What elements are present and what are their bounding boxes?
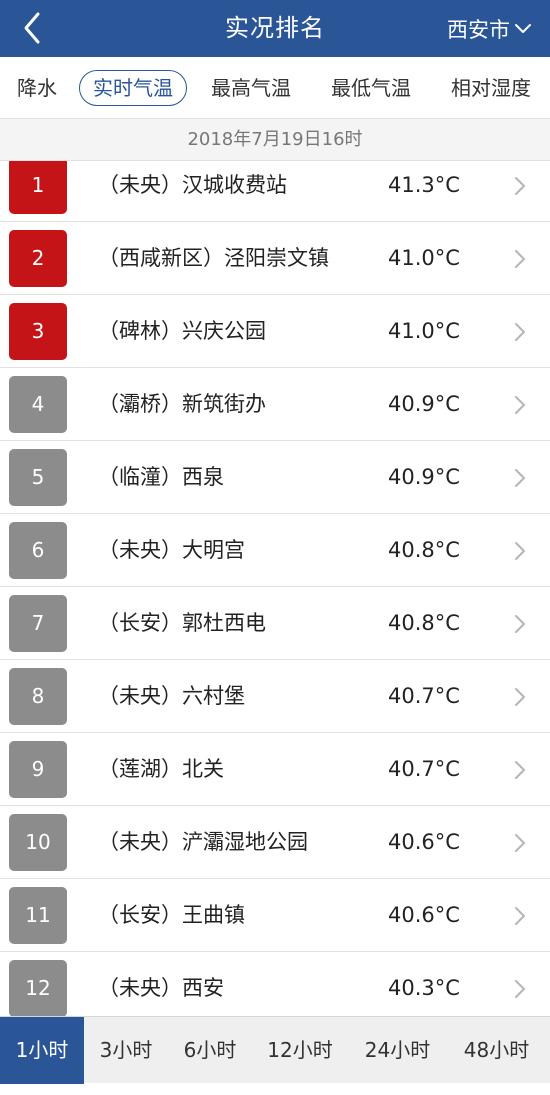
list-item[interactable]: 10 （未央）浐灞湿地公园 40.6°C xyxy=(0,806,550,879)
tab-6-hours[interactable]: 6小时 xyxy=(168,1017,252,1084)
chevron-right-icon xyxy=(515,177,525,195)
rank-badge: 5 xyxy=(9,449,67,506)
tab-precipitation[interactable]: 降水 xyxy=(17,57,57,119)
rank-badge: 10 xyxy=(9,814,67,871)
temperature-value: 40.7°C xyxy=(388,684,460,708)
list-item[interactable]: 8 （未央）六村堡 40.7°C xyxy=(0,660,550,733)
chevron-right-icon xyxy=(515,615,525,633)
station-name: （未央）汉城收费站 xyxy=(98,173,287,197)
tab-realtime-temperature[interactable]: 实时气温 xyxy=(79,70,187,106)
rank-badge: 6 xyxy=(9,522,67,579)
temperature-value: 40.8°C xyxy=(388,538,460,562)
chevron-down-icon xyxy=(515,23,531,33)
station-name: （长安）郭杜西电 xyxy=(98,611,266,635)
tab-relative-humidity[interactable]: 相对湿度 xyxy=(451,57,531,119)
tab-1-hour[interactable]: 1小时 xyxy=(0,1017,84,1084)
chevron-right-icon xyxy=(515,980,525,998)
chevron-right-icon xyxy=(515,396,525,414)
list-item[interactable]: 5 （临潼）西泉 40.9°C xyxy=(0,441,550,514)
station-name: （长安）王曲镇 xyxy=(98,903,245,927)
list-item[interactable]: 3 （碑林）兴庆公园 41.0°C xyxy=(0,295,550,368)
temperature-value: 41.3°C xyxy=(388,173,460,197)
list-item[interactable]: 1 （未央）汉城收费站 41.3°C xyxy=(0,161,550,222)
chevron-right-icon xyxy=(515,542,525,560)
station-name: （莲湖）北关 xyxy=(98,757,224,781)
date-label: 2018年7月19日16时 xyxy=(0,119,550,161)
tab-12-hours[interactable]: 12小时 xyxy=(254,1017,346,1084)
temperature-value: 40.6°C xyxy=(388,903,460,927)
station-name: （灞桥）新筑街办 xyxy=(98,392,266,416)
temperature-value: 40.9°C xyxy=(388,392,460,416)
rank-badge: 11 xyxy=(9,887,67,944)
list-item[interactable]: 4 （灞桥）新筑街办 40.9°C xyxy=(0,368,550,441)
category-tabs: 降水 实时气温 最高气温 最低气温 相对湿度 xyxy=(0,57,550,119)
station-name: （碑林）兴庆公园 xyxy=(98,319,266,343)
station-name: （未央）西安 xyxy=(98,976,224,1000)
chevron-right-icon xyxy=(515,761,525,779)
station-name: （西咸新区）泾阳崇文镇 xyxy=(98,246,329,270)
chevron-right-icon xyxy=(515,323,525,341)
rank-badge: 7 xyxy=(9,595,67,652)
list-item[interactable]: 12 （未央）西安 40.3°C xyxy=(0,952,550,1016)
list-item[interactable]: 7 （长安）郭杜西电 40.8°C xyxy=(0,587,550,660)
list-item[interactable]: 2 （西咸新区）泾阳崇文镇 41.0°C xyxy=(0,222,550,295)
time-range-tabs: 1小时 3小时 6小时 12小时 24小时 48小时 xyxy=(0,1016,550,1084)
ranking-list: 1 （未央）汉城收费站 41.3°C 2 （西咸新区）泾阳崇文镇 41.0°C 3 （碑林）兴… xyxy=(0,161,550,1016)
rank-badge: 4 xyxy=(9,376,67,433)
rank-badge: 3 xyxy=(9,303,67,360)
tab-min-temperature[interactable]: 最低气温 xyxy=(331,57,411,119)
station-name: （未央）浐灞湿地公园 xyxy=(98,830,308,854)
tab-3-hours[interactable]: 3小时 xyxy=(84,1017,168,1084)
rank-badge: 1 xyxy=(9,161,67,214)
city-selector[interactable]: 西安市 xyxy=(447,0,532,57)
temperature-value: 40.7°C xyxy=(388,757,460,781)
rank-badge: 9 xyxy=(9,741,67,798)
temperature-value: 40.9°C xyxy=(388,465,460,489)
temperature-value: 40.8°C xyxy=(388,611,460,635)
chevron-right-icon xyxy=(515,907,525,925)
station-name: （未央）大明宫 xyxy=(98,538,245,562)
tab-48-hours[interactable]: 48小时 xyxy=(449,1017,544,1084)
temperature-value: 41.0°C xyxy=(388,246,460,270)
tab-max-temperature[interactable]: 最高气温 xyxy=(211,57,291,119)
header-bar: 实况排名 西安市 xyxy=(0,0,550,57)
chevron-right-icon xyxy=(515,688,525,706)
station-name: （未央）六村堡 xyxy=(98,684,245,708)
tab-24-hours[interactable]: 24小时 xyxy=(350,1017,445,1084)
list-item[interactable]: 6 （未央）大明宫 40.8°C xyxy=(0,514,550,587)
station-name: （临潼）西泉 xyxy=(98,465,224,489)
chevron-right-icon xyxy=(515,834,525,852)
list-item[interactable]: 9 （莲湖）北关 40.7°C xyxy=(0,733,550,806)
city-label: 西安市 xyxy=(447,17,510,42)
chevron-right-icon xyxy=(515,250,525,268)
rank-badge: 8 xyxy=(9,668,67,725)
temperature-value: 40.6°C xyxy=(388,830,460,854)
rank-badge: 12 xyxy=(9,960,67,1016)
temperature-value: 40.3°C xyxy=(388,976,460,1000)
chevron-right-icon xyxy=(515,469,525,487)
temperature-value: 41.0°C xyxy=(388,319,460,343)
list-item[interactable]: 11 （长安）王曲镇 40.6°C xyxy=(0,879,550,952)
rank-badge: 2 xyxy=(9,230,67,287)
